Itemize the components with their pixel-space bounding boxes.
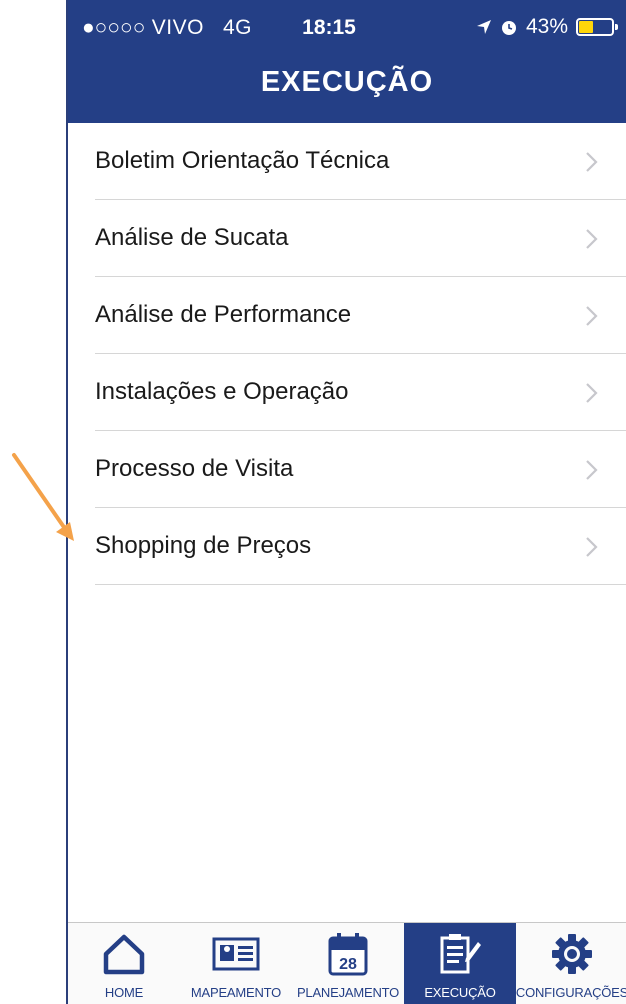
execution-menu: Boletim Orientação Técnica Análise de Su… [68, 123, 626, 585]
tab-icon-wrap: 28 [292, 931, 404, 977]
tab-icon-wrap [180, 931, 292, 977]
phone-screen: ●○○○○ VIVO 4G 18:15 43% EXECUÇÃO Boletim… [68, 0, 626, 1004]
tab-execucao[interactable]: EXECUÇÃO [404, 923, 516, 1004]
tab-label: EXECUÇÃO [424, 985, 496, 1000]
menu-item-label: Shopping de Preços [95, 532, 312, 559]
tab-label: CONFIGURAÇÕES [515, 985, 626, 1000]
battery-tip [615, 24, 618, 30]
calendar-icon: 28 [328, 933, 368, 976]
menu-item-analise-de-performance[interactable]: Análise de Performance [95, 277, 626, 354]
calendar-day: 28 [339, 956, 357, 973]
tab-configuracoes[interactable]: CONFIGURAÇÕES [516, 923, 626, 1004]
chevron-right-icon [586, 306, 598, 326]
status-right: 43% [476, 14, 618, 40]
menu-item-label: Análise de Sucata [95, 224, 289, 251]
menu-item-processo-de-visita[interactable]: Processo de Visita [95, 431, 626, 508]
menu-item-instalacoes-e-operacao[interactable]: Instalações e Operação [95, 354, 626, 431]
chevron-right-icon [586, 383, 598, 403]
tab-label: HOME [104, 985, 144, 1000]
tab-icon-wrap [404, 931, 516, 977]
alarm-icon [501, 21, 516, 35]
chevron-right-icon [586, 229, 598, 249]
tab-icon-wrap [516, 931, 626, 977]
location-arrow-icon [476, 20, 491, 34]
tab-planejamento[interactable]: 28 PLANEJAMENTO [292, 923, 404, 1004]
menu-item-label: Instalações e Operação [95, 378, 349, 405]
page-title: EXECUÇÃO [260, 66, 434, 98]
menu-item-label: Análise de Performance [95, 301, 352, 328]
tab-label: PLANEJAMENTO [296, 985, 400, 1000]
battery-percent: 43% [525, 15, 568, 38]
menu-item-label: Processo de Visita [95, 455, 294, 482]
id-card-icon [212, 937, 260, 971]
battery-fill [579, 21, 593, 33]
tab-home[interactable]: HOME [68, 923, 180, 1004]
gear-icon [552, 934, 592, 974]
tab-bar: HOME MAPEAMENTO 28 PLANEJAMENTO EXECUÇÃO… [68, 922, 626, 1004]
tab-label: MAPEAMENTO [190, 985, 282, 1000]
chevron-right-icon [586, 152, 598, 172]
tab-mapeamento[interactable]: MAPEAMENTO [180, 923, 292, 1004]
menu-item-shopping-de-precos[interactable]: Shopping de Preços [95, 508, 626, 585]
edit-document-icon [440, 934, 481, 974]
nav-header: ●○○○○ VIVO 4G 18:15 43% EXECUÇÃO [68, 0, 626, 123]
menu-item-boletim-orientacao-tecnica[interactable]: Boletim Orientação Técnica [95, 123, 626, 200]
tab-icon-wrap [68, 931, 180, 977]
menu-item-analise-de-sucata[interactable]: Análise de Sucata [95, 200, 626, 277]
chevron-right-icon [586, 537, 598, 557]
battery-icon [576, 18, 618, 36]
annotation-arrow-icon [12, 453, 74, 541]
chevron-right-icon [586, 460, 598, 480]
home-icon [103, 934, 145, 975]
status-bar: ●○○○○ VIVO 4G 18:15 43% [68, 0, 626, 56]
menu-item-label: Boletim Orientação Técnica [95, 147, 390, 174]
